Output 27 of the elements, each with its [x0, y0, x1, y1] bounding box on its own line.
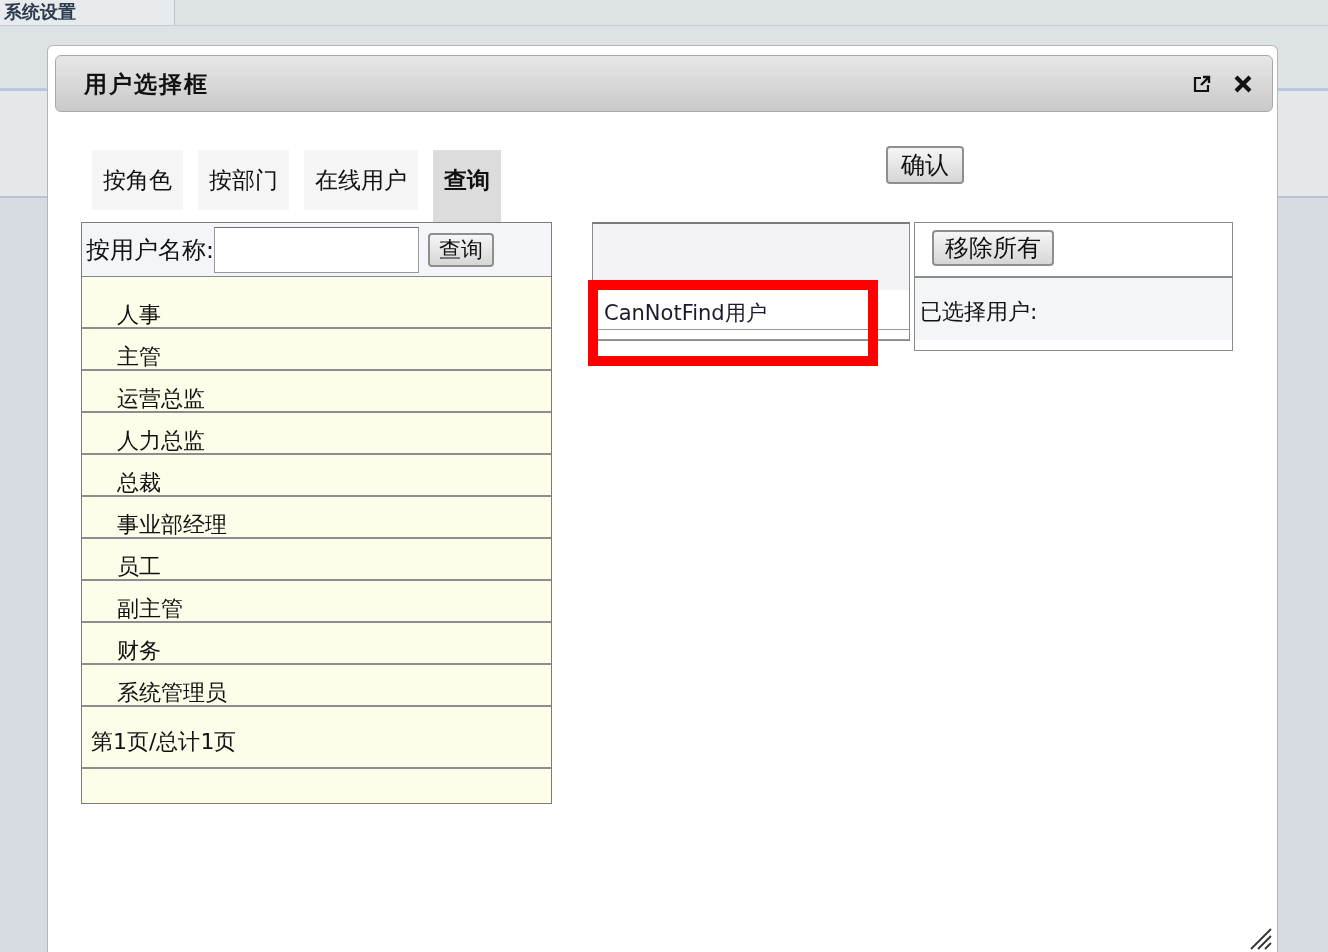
role-item[interactable]: 运营总监: [82, 371, 551, 413]
tab[interactable]: 按部门: [198, 150, 289, 210]
page-indicator: 第1页/总计1页: [91, 729, 237, 755]
background-tab[interactable]: 系统设置: [0, 0, 175, 25]
close-icon[interactable]: [1233, 73, 1253, 94]
external-link-icon[interactable]: [1193, 74, 1211, 93]
selected-users-label: 已选择用户:: [920, 298, 1038, 326]
dialog-title: 用户选择框: [84, 69, 209, 99]
username-input[interactable]: [213, 226, 419, 273]
tab[interactable]: 按角色: [92, 150, 183, 210]
resize-grip-icon[interactable]: [1250, 928, 1272, 950]
tab[interactable]: 在线用户: [304, 150, 418, 210]
role-item[interactable]: 副主管: [82, 581, 551, 623]
confirm-button[interactable]: 确认: [886, 146, 964, 184]
user-item[interactable]: CanNotFind用户: [604, 301, 767, 325]
role-item[interactable]: 人事: [82, 277, 551, 329]
remove-all-button[interactable]: 移除所有: [932, 230, 1054, 266]
search-label: 按用户名称:: [86, 235, 214, 264]
role-item[interactable]: 总裁: [82, 455, 551, 497]
role-item[interactable]: 人力总监: [82, 413, 551, 455]
role-item[interactable]: 事业部经理: [82, 497, 551, 539]
role-item[interactable]: 员工: [82, 539, 551, 581]
role-item[interactable]: 系统管理员: [82, 665, 551, 707]
role-item[interactable]: 主管: [82, 329, 551, 371]
role-item[interactable]: 财务: [82, 623, 551, 665]
tab[interactable]: 查询: [433, 150, 501, 222]
search-button[interactable]: 查询: [427, 232, 494, 267]
